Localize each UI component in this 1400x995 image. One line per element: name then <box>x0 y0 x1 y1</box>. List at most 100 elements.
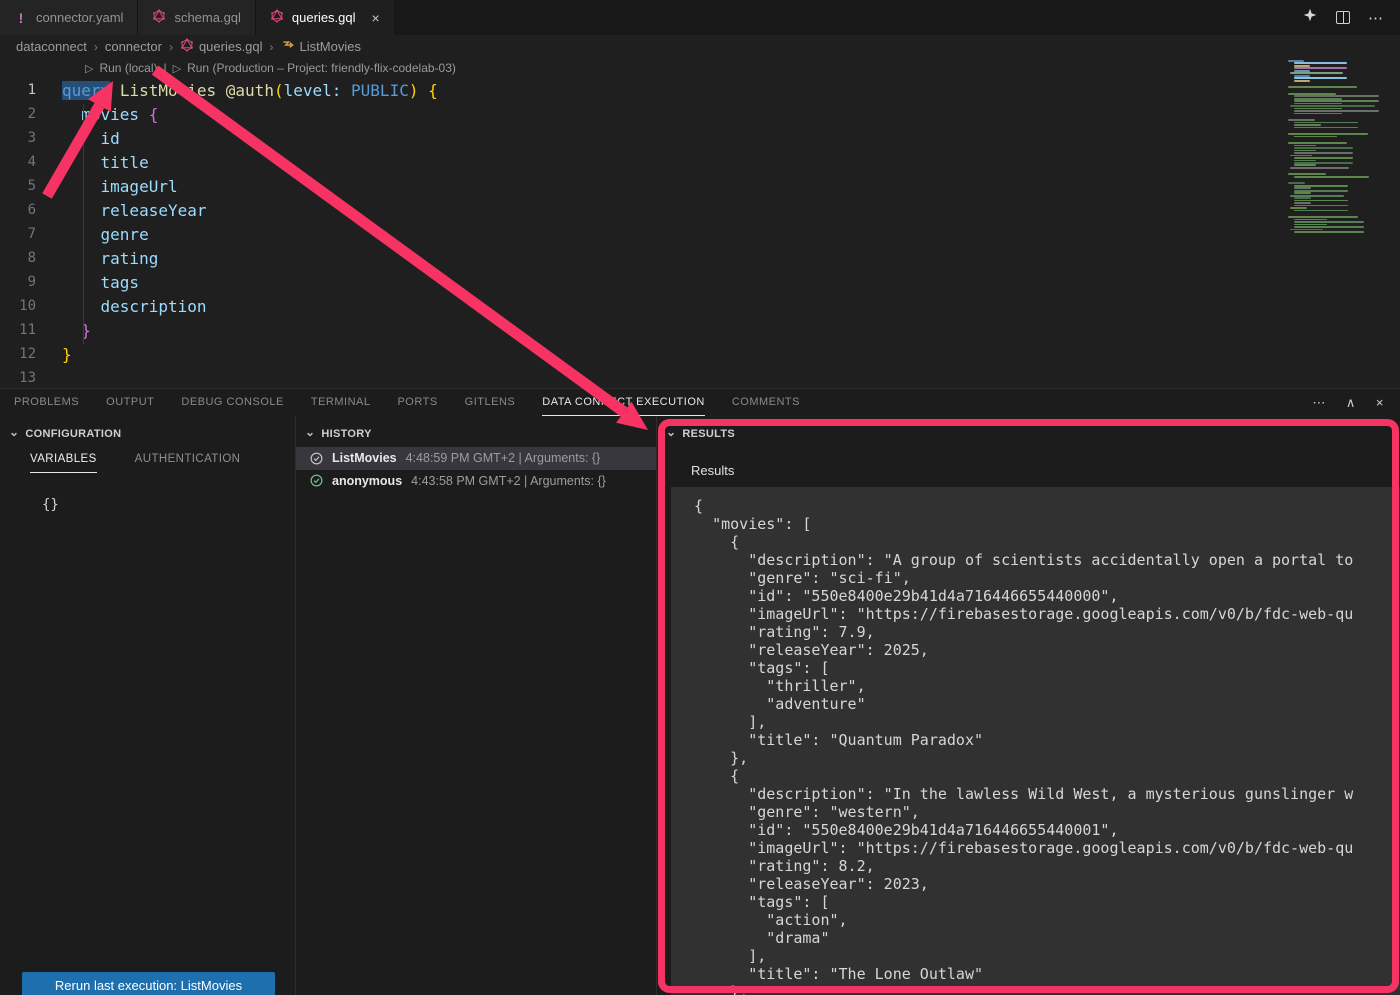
split-editor-icon[interactable] <box>1336 11 1350 24</box>
rerun-button[interactable]: Rerun last execution: ListMovies <box>22 972 275 995</box>
panel-tab-debug-console[interactable]: DEBUG CONSOLE <box>181 389 283 416</box>
line-content: } <box>62 345 72 364</box>
tab-connector.yaml[interactable]: !connector.yaml <box>0 0 138 35</box>
minimap[interactable] <box>1283 58 1400 243</box>
editor-actions: ⋯ <box>1302 0 1400 35</box>
play-icon: ▷ <box>85 62 93 75</box>
code-line[interactable]: 13 <box>0 366 1280 390</box>
panel-body: ⌄ CONFIGURATION VARIABLESAUTHENTICATION … <box>0 416 1400 995</box>
line-content: movies { <box>62 105 158 124</box>
history-row-name: anonymous <box>332 474 402 488</box>
run-production-link[interactable]: Run (Production – Project: friendly-flix… <box>187 61 456 75</box>
code-line[interactable]: 12} <box>0 342 1280 366</box>
code-line[interactable]: 3 id <box>0 126 1280 150</box>
chevron-down-icon: ⌄ <box>666 425 676 439</box>
line-content: title <box>62 153 149 172</box>
breadcrumb-item-ListMovies[interactable]: ListMovies <box>281 38 361 55</box>
code-line[interactable]: 5 imageUrl <box>0 174 1280 198</box>
results-header[interactable]: ⌄ RESULTS <box>657 421 1400 447</box>
line-number: 9 <box>0 274 62 290</box>
panel-tab-bar: PROBLEMS OUTPUT DEBUG CONSOLE TERMINAL PORTS… <box>0 389 1400 416</box>
code-line[interactable]: 6 releaseYear <box>0 198 1280 222</box>
line-number: 1 <box>0 82 62 98</box>
code-editor[interactable]: ▷ Run (local) | ▷ Run (Production – Proj… <box>0 58 1400 388</box>
breadcrumb-label: dataconnect <box>16 39 87 54</box>
code-line[interactable]: 4 title <box>0 150 1280 174</box>
line-content: } <box>62 321 91 340</box>
panel-tab-gitlens[interactable]: GITLENS <box>465 389 516 416</box>
run-local-link[interactable]: Run (local) <box>99 61 157 75</box>
breadcrumb-item-dataconnect[interactable]: dataconnect <box>16 39 87 54</box>
code-line[interactable]: 7 genre <box>0 222 1280 246</box>
graphql-icon <box>152 9 166 26</box>
configuration-header[interactable]: ⌄ CONFIGURATION <box>0 421 295 447</box>
breadcrumb-item-queries.gql[interactable]: queries.gql <box>180 38 263 55</box>
breadcrumb-separator: › <box>169 40 173 54</box>
line-number: 7 <box>0 226 62 242</box>
history-list: ListMovies4:48:59 PM GMT+2 | Arguments: … <box>296 447 656 492</box>
panel-tab-ports[interactable]: PORTS <box>397 389 437 416</box>
more-actions-icon[interactable]: ⋯ <box>1312 395 1326 411</box>
tab-list: !connector.yaml schema.gql queries.gql × <box>0 0 395 35</box>
code-line[interactable]: 9 tags <box>0 270 1280 294</box>
panel-tab-comments[interactable]: COMMENTS <box>732 389 800 416</box>
results-title: RESULTS <box>682 428 735 440</box>
tab-label: schema.gql <box>174 10 240 25</box>
history-row-ListMovies[interactable]: ListMovies4:48:59 PM GMT+2 | Arguments: … <box>296 447 656 470</box>
line-number: 13 <box>0 370 62 386</box>
bottom-panel: PROBLEMS OUTPUT DEBUG CONSOLE TERMINAL PORTS… <box>0 388 1400 995</box>
results-label: Results <box>691 463 734 478</box>
panel-actions: ⋯ ∧ × <box>1312 389 1400 416</box>
config-tab-variables[interactable]: VARIABLES <box>30 453 97 473</box>
variables-value[interactable]: {} <box>42 497 295 513</box>
code-line[interactable]: 1query ListMovies @auth(level: PUBLIC) { <box>0 78 1280 102</box>
line-number: 2 <box>0 106 62 122</box>
breadcrumb: dataconnect›connector› queries.gql› List… <box>0 35 1400 58</box>
maximize-panel-icon[interactable]: ∧ <box>1346 395 1356 411</box>
tab-label: queries.gql <box>292 10 356 25</box>
code-line[interactable]: 10 description <box>0 294 1280 318</box>
line-content: query ListMovies @auth(level: PUBLIC) { <box>62 81 438 100</box>
tab-schema.gql[interactable]: schema.gql <box>138 0 255 35</box>
configuration-section: ⌄ CONFIGURATION VARIABLESAUTHENTICATION … <box>0 416 296 995</box>
line-content: imageUrl <box>62 177 178 196</box>
line-number: 4 <box>0 154 62 170</box>
graphql-icon <box>270 9 284 26</box>
query-symbol-icon <box>281 38 295 55</box>
panel-tab-data-connect-execution[interactable]: DATA CONNECT EXECUTION <box>542 389 705 416</box>
code-line[interactable]: 2 movies { <box>0 102 1280 126</box>
history-row-meta: 4:43:58 PM GMT+2 | Arguments: {} <box>411 474 606 488</box>
breadcrumb-item-connector[interactable]: connector <box>105 39 162 54</box>
line-number: 11 <box>0 322 62 338</box>
more-actions-icon[interactable]: ⋯ <box>1368 9 1384 27</box>
line-content: id <box>62 129 120 148</box>
panel-tab-output[interactable]: OUTPUT <box>106 389 154 416</box>
breadcrumb-label: connector <box>105 39 162 54</box>
history-row-anonymous[interactable]: anonymous 4:43:58 PM GMT+2 | Arguments: {… <box>296 470 656 493</box>
warning-icon: ! <box>14 10 28 26</box>
configuration-tabs: VARIABLES AUTHENTICATION <box>0 453 295 473</box>
line-number: 3 <box>0 130 62 146</box>
panel-tab-terminal[interactable]: TERMINAL <box>311 389 371 416</box>
line-content: genre <box>62 225 149 244</box>
configuration-title: CONFIGURATION <box>25 428 121 440</box>
close-icon[interactable]: × <box>372 11 380 25</box>
sparkle-icon[interactable] <box>1302 7 1318 28</box>
history-title: HISTORY <box>321 428 371 440</box>
tab-queries.gql[interactable]: queries.gql × <box>256 0 395 35</box>
history-section: ⌄ HISTORY ListMovies4:48:59 PM GMT+2 | A… <box>296 416 657 995</box>
close-panel-icon[interactable]: × <box>1376 395 1384 410</box>
history-header[interactable]: ⌄ HISTORY <box>296 421 656 447</box>
play-icon: ▷ <box>173 62 181 75</box>
code-line[interactable]: 11 } <box>0 318 1280 342</box>
line-number: 6 <box>0 202 62 218</box>
history-row-name: ListMovies <box>332 451 397 465</box>
chevron-down-icon: ⌄ <box>9 425 19 439</box>
breadcrumb-label: ListMovies <box>300 39 361 54</box>
results-section: ⌄ RESULTS Results { "movies": [ { "descr… <box>657 416 1400 995</box>
results-json-output[interactable]: { "movies": [ { "description": "A group … <box>671 487 1400 995</box>
config-tab-authentication[interactable]: AUTHENTICATION <box>135 453 241 473</box>
code-line[interactable]: 8 rating <box>0 246 1280 270</box>
panel-tab-problems[interactable]: PROBLEMS <box>14 389 79 416</box>
code-lines: 1query ListMovies @auth(level: PUBLIC) {… <box>0 78 1280 390</box>
